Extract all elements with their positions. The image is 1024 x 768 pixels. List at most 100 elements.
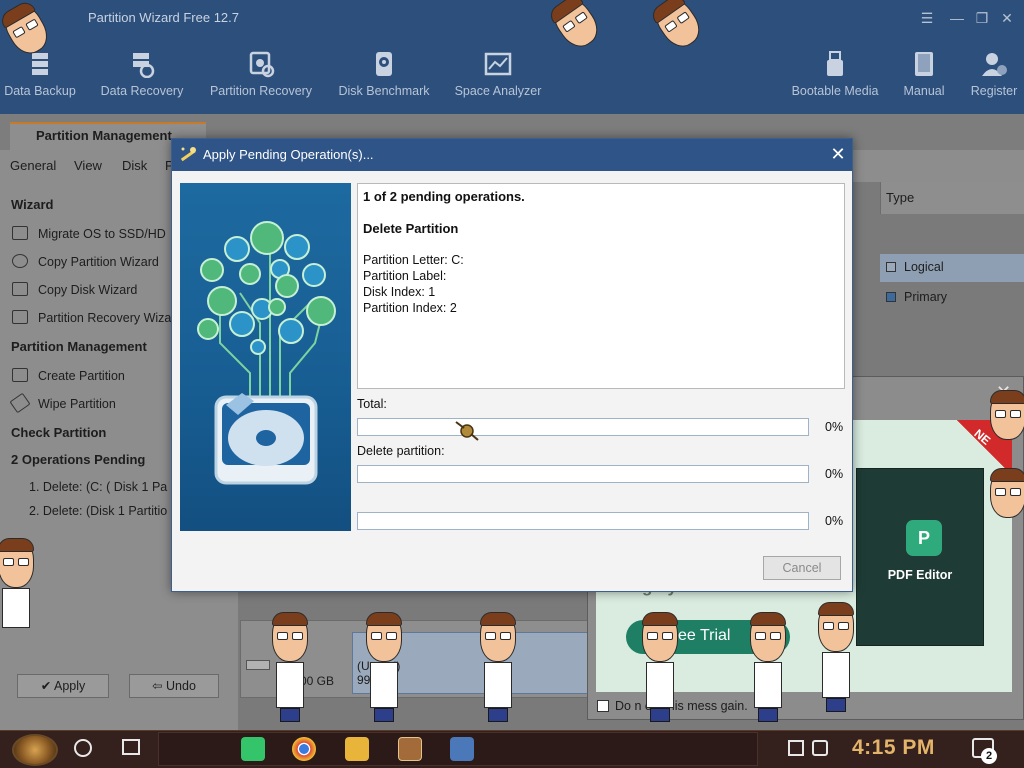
toolbar-label: Bootable Media	[791, 84, 879, 98]
notification-count-badge: 2	[981, 748, 997, 764]
apply-label: Apply	[53, 679, 86, 693]
partition-recovery-icon	[246, 50, 276, 78]
partition-type: Logical	[904, 260, 944, 274]
menu-general[interactable]: General	[10, 158, 56, 173]
delete-partition-progress-bar	[357, 465, 809, 483]
app-titlebar: Partition Wizard Free 12.7 ☰ — ❐ ✕	[0, 0, 1024, 38]
apply-button[interactable]: ✔ Apply	[17, 674, 109, 698]
column-header-type[interactable]: Type	[880, 182, 1024, 214]
disk-operation-illustration	[180, 183, 351, 531]
sidebar-pending-heading: 2 Operations Pending	[11, 452, 146, 467]
menu-disk[interactable]: Disk	[122, 158, 147, 173]
copy-partition-icon	[12, 254, 28, 268]
desktop-character-sprite	[984, 468, 1024, 580]
eraser-icon	[9, 392, 31, 414]
magic-wand-icon	[178, 145, 198, 165]
step-progress-percent: 0%	[825, 514, 844, 528]
undo-button[interactable]: ⇦ Undo	[129, 674, 219, 698]
toolbar-label: Space Analyzer	[454, 84, 542, 98]
sidebar-item-label: Create Partition	[38, 369, 125, 383]
desktop-character-sprite	[474, 612, 522, 724]
toolbar-label: Disk Benchmark	[338, 84, 430, 98]
minimize-icon[interactable]: —	[947, 8, 967, 28]
desktop-character-sprite	[812, 602, 860, 714]
sidebar-item-migrate-os[interactable]: Migrate OS to SSD/HD	[12, 226, 166, 241]
sidebar-item-label: Migrate OS to SSD/HD	[38, 227, 166, 241]
menu-icon[interactable]: ☰	[917, 8, 937, 28]
toolbar-bootable-media[interactable]: Bootable Media	[788, 50, 882, 98]
game-app-icon[interactable]	[398, 737, 422, 761]
sidebar-item-label: Copy Partition Wizard	[38, 255, 159, 269]
toolbar-manual[interactable]: Manual	[900, 50, 948, 98]
total-progress-label: Total:	[357, 397, 387, 411]
disk-benchmark-icon	[369, 50, 399, 78]
sidebar-item-label: Wipe Partition	[38, 397, 116, 411]
chrome-icon[interactable]	[292, 737, 316, 761]
detail-partition-letter: Partition Letter: C:	[363, 253, 464, 267]
toolbar-label: Manual	[903, 84, 945, 98]
sidebar-item-partition-recovery[interactable]: Partition Recovery Wiza	[12, 310, 171, 325]
volume-muted-icon[interactable]	[812, 740, 828, 756]
desktop-character-sprite	[744, 612, 792, 724]
pending-count: 1 of 2 pending operations.	[363, 189, 525, 204]
desktop-character-sprite	[636, 612, 684, 724]
step-progress-bar	[357, 512, 809, 530]
toolbar-partition-recovery[interactable]: Partition Recovery	[206, 50, 316, 98]
delete-partition-progress-label: Delete partition:	[357, 444, 445, 458]
file-explorer-icon[interactable]	[345, 737, 369, 761]
create-partition-icon	[12, 368, 28, 382]
desktop-character-sprite	[360, 612, 408, 724]
check-icon: ✔	[40, 679, 54, 693]
cancel-button[interactable]: Cancel	[763, 556, 841, 580]
restore-icon[interactable]: ❐	[972, 8, 992, 28]
search-icon[interactable]	[74, 739, 92, 757]
detail-partition-label: Partition Label:	[363, 269, 447, 283]
clock[interactable]: 4:15 PM	[852, 736, 935, 760]
task-view-icon[interactable]	[122, 739, 140, 755]
toolbar-data-recovery[interactable]: Data Recovery	[100, 50, 184, 98]
data-recovery-icon	[127, 50, 157, 79]
sidebar-partition-management-heading: Partition Management	[11, 339, 147, 354]
desktop-character-sprite	[266, 612, 314, 724]
sidebar-item-wipe-partition[interactable]: Wipe Partition	[9, 392, 116, 414]
operation-name: Delete Partition	[363, 221, 459, 236]
apply-pending-dialog: Apply Pending Operation(s)... ✕ 1 of 2 p…	[171, 138, 853, 592]
partition-type: Primary	[904, 290, 948, 304]
pending-operation-item[interactable]: 2. Delete: (Disk 1 Partitio	[29, 504, 167, 518]
sidebar-item-copy-partition[interactable]: Copy Partition Wizard	[12, 254, 159, 269]
dialog-title: Apply Pending Operation(s)...	[203, 147, 374, 162]
dialog-titlebar: Apply Pending Operation(s)... ✕	[172, 139, 852, 171]
copy-disk-icon	[12, 282, 28, 296]
manual-icon	[909, 50, 939, 78]
undo-label: Undo	[166, 679, 196, 693]
undo-arrow-icon: ⇦	[152, 679, 167, 693]
detail-partition-index: Partition Index: 2	[363, 301, 457, 315]
space-analyzer-icon	[483, 50, 513, 78]
sidebar-item-create-partition[interactable]: Create Partition	[12, 368, 125, 383]
sidebar-item-copy-disk[interactable]: Copy Disk Wizard	[12, 282, 137, 297]
table-row-primary[interactable]: Primary	[880, 284, 1024, 312]
partition-type-swatch	[886, 262, 896, 272]
pending-operation-item[interactable]: 1. Delete: (C: ( Disk 1 Pa	[29, 480, 167, 494]
pdf-editor-logo-icon: P	[906, 520, 942, 556]
sidebar-item-label: Partition Recovery Wiza	[38, 311, 172, 325]
dialog-close-icon[interactable]: ✕	[828, 144, 848, 165]
menu-view[interactable]: View	[74, 158, 102, 173]
partition-wizard-taskbar-icon[interactable]	[450, 737, 474, 761]
register-icon	[979, 50, 1009, 78]
toolbar-register[interactable]: Register	[966, 50, 1022, 98]
toolbar-space-analyzer[interactable]: Space Analyzer	[452, 50, 544, 98]
migrate-os-icon	[12, 226, 28, 240]
network-icon[interactable]	[788, 740, 804, 756]
detail-disk-index: Disk Index: 1	[363, 285, 436, 299]
animated-cursor-icon	[454, 418, 480, 444]
app-title: Partition Wizard Free 12.7	[88, 10, 240, 25]
sidebar-wizard-heading: Wizard	[11, 197, 54, 212]
notes-app-icon[interactable]	[241, 737, 265, 761]
partition-recovery-small-icon	[12, 310, 28, 324]
table-row-logical[interactable]: Logical	[880, 254, 1024, 282]
toolbar-disk-benchmark[interactable]: Disk Benchmark	[336, 50, 432, 98]
total-progress-bar	[357, 418, 809, 436]
close-icon[interactable]: ✕	[997, 8, 1017, 28]
start-button[interactable]	[12, 734, 58, 766]
